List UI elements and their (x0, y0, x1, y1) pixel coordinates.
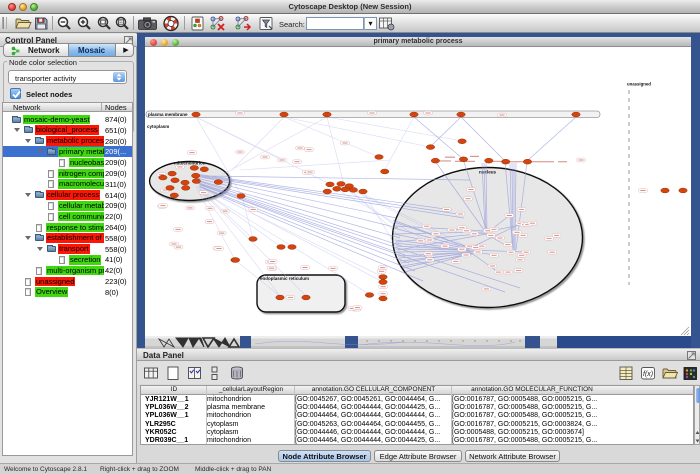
svg-text:f(x): f(x) (643, 371, 653, 378)
svg-text:cytoplasm: cytoplasm (147, 124, 169, 129)
svg-text:endoplasmic reticulum: endoplasmic reticulum (260, 276, 309, 281)
svg-text:plasma membrane: plasma membrane (148, 112, 188, 117)
svg-text:nucleus: nucleus (479, 170, 497, 175)
svg-text:mitochondrion: mitochondrion (174, 161, 206, 166)
svg-text:unassigned: unassigned (627, 82, 651, 87)
